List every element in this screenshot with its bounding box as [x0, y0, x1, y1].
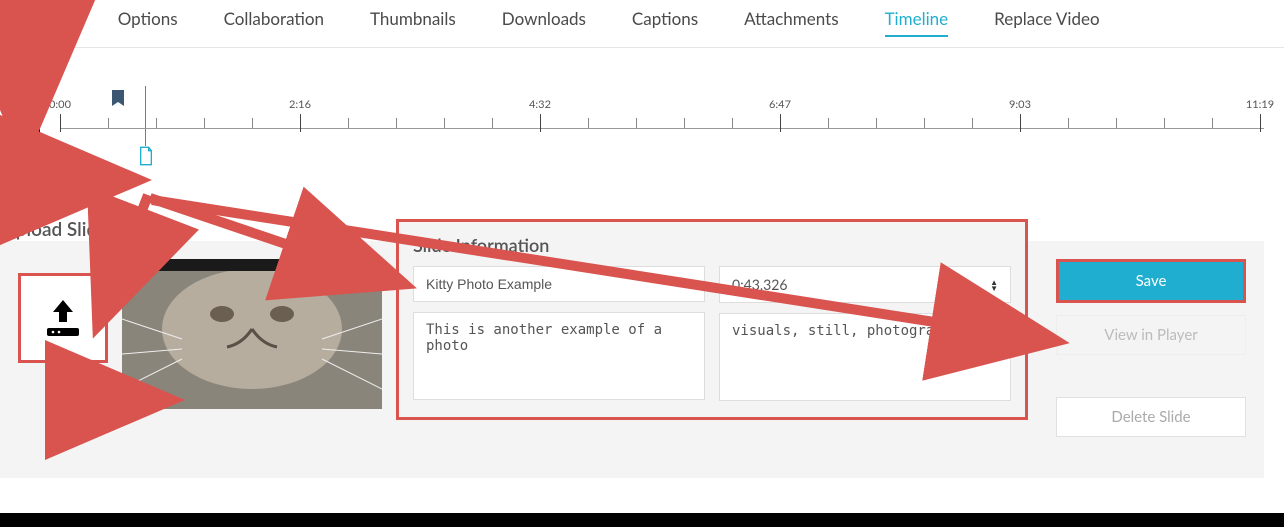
tab-details[interactable]: Details [20, 8, 72, 37]
required-label: *Required [111, 224, 163, 239]
slide-information-box: Slide Information 0:43.326 ▲▼ [396, 219, 1028, 420]
delete-slide-button[interactable]: Delete Slide [1056, 397, 1246, 437]
timeline-ruler[interactable]: 0:002:164:326:479:0311:19 [60, 98, 1264, 138]
tab-replace-video[interactable]: Replace Video [994, 8, 1099, 37]
tab-attachments[interactable]: Attachments [744, 8, 838, 37]
tick-label: 6:47 [769, 98, 791, 111]
slide-marker-icon[interactable] [138, 146, 154, 170]
annotation-highlight [4, 148, 46, 192]
tab-thumbnails[interactable]: Thumbnails [370, 8, 456, 37]
tick-label: 4:32 [529, 98, 551, 111]
tab-downloads[interactable]: Downloads [502, 8, 586, 37]
lower-panel: Upload Slide *Required [0, 218, 1284, 478]
tick-label: 2:16 [289, 98, 311, 111]
slide-title-input[interactable] [413, 266, 705, 302]
tab-bar: Details Options Collaboration Thumbnails… [0, 0, 1284, 48]
slide-information-heading: Slide Information [413, 234, 1011, 256]
tick-label: 9:03 [1009, 98, 1031, 111]
tab-options[interactable]: Options [118, 8, 178, 37]
bottom-border [0, 513, 1284, 527]
tab-timeline[interactable]: Timeline [885, 8, 949, 37]
time-value: 0:43.326 [732, 276, 788, 293]
upload-icon [39, 294, 87, 342]
tick-label: 11:19 [1246, 98, 1274, 111]
slide-description-input[interactable] [413, 312, 705, 400]
slide-tags-input[interactable] [719, 313, 1011, 401]
cat-photo-placeholder [122, 259, 382, 409]
tab-captions[interactable]: Captions [632, 8, 698, 37]
time-stepper[interactable]: ▲▼ [990, 279, 998, 291]
upload-button[interactable] [18, 273, 108, 363]
view-in-player-button[interactable]: View in Player [1056, 315, 1246, 355]
upload-slide-heading: Upload Slide [2, 218, 107, 241]
slide-time-input[interactable]: 0:43.326 ▲▼ [719, 266, 1011, 303]
slide-edit-panel: Slide Information 0:43.326 ▲▼ Save View … [0, 241, 1264, 478]
save-button[interactable]: Save [1056, 259, 1246, 303]
tab-collaboration[interactable]: Collaboration [224, 8, 324, 37]
axis-line [60, 128, 1264, 129]
tick-label: 0:00 [49, 98, 71, 111]
action-buttons: Save View in Player Delete Slide [1056, 259, 1246, 437]
slide-thumbnail [122, 259, 382, 409]
